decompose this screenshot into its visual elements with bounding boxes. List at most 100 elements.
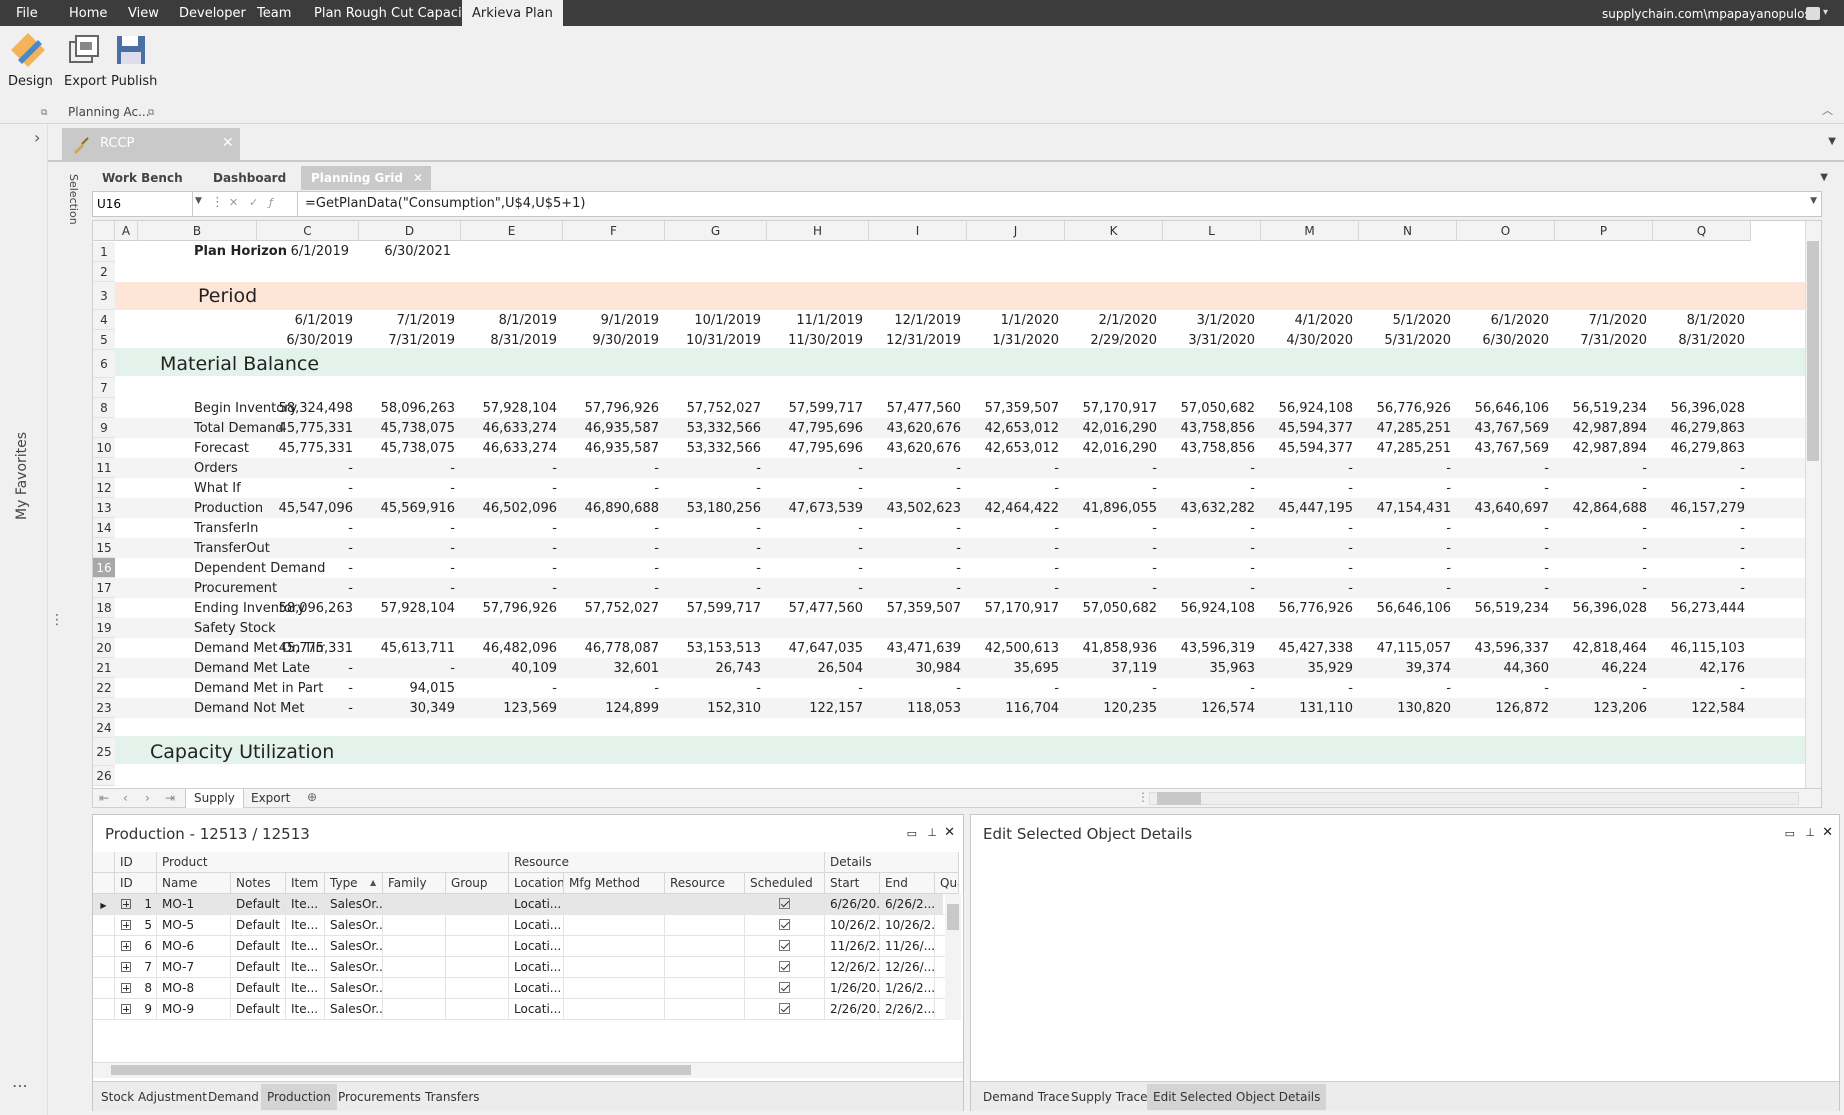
grid-cell[interactable]: 56,776,926 xyxy=(1359,401,1451,416)
cell-item[interactable]: Ite... xyxy=(286,894,325,915)
production-grid[interactable]: ID Product Resource Details ID Name Notes Item T… xyxy=(93,852,963,1056)
scrollbar-thumb[interactable] xyxy=(1157,792,1201,805)
row-header[interactable]: 15 xyxy=(93,538,115,558)
grid-cell[interactable]: - xyxy=(665,521,761,536)
grid-cell[interactable]: - xyxy=(1065,481,1157,496)
grid-cell[interactable]: - xyxy=(1261,561,1353,576)
column-header[interactable]: Mfg Method xyxy=(564,873,665,894)
grid-cell[interactable]: - xyxy=(967,541,1059,556)
cell-empty[interactable] xyxy=(383,936,446,957)
grid-cell[interactable]: - xyxy=(257,461,353,476)
grid-cell[interactable]: 35,695 xyxy=(967,661,1060,676)
grid-cell[interactable]: 43,758,856 xyxy=(1163,421,1255,436)
row-header[interactable]: 5 xyxy=(93,330,115,350)
grid-cell[interactable]: - xyxy=(257,561,353,576)
grid-cell[interactable]: 26,504 xyxy=(767,661,864,676)
row-indicator[interactable] xyxy=(93,915,115,936)
grid-cell[interactable]: 56,519,234 xyxy=(1457,601,1549,616)
cell-type[interactable]: SalesOr... xyxy=(325,936,383,957)
grid-cell[interactable]: - xyxy=(359,561,455,576)
cell-empty[interactable] xyxy=(383,915,446,936)
more-vertical-icon[interactable]: ⋮ xyxy=(50,612,64,628)
grid-cell[interactable]: 43,502,623 xyxy=(869,501,961,516)
group-launcher-icon[interactable]: ⧉ xyxy=(41,108,47,118)
row-header[interactable]: 25 xyxy=(93,738,115,766)
cell-empty[interactable] xyxy=(564,999,665,1020)
grid-cell[interactable]: 47,115,057 xyxy=(1359,641,1451,656)
grid-cell[interactable]: 57,796,926 xyxy=(461,601,557,616)
grid-cell[interactable]: - xyxy=(665,481,761,496)
spreadsheet-grid[interactable]: A B C D E F G H I J K L M N O P Q 1 2 3 4 5 6 7 8 9 10 11 12 13 14 15 16… xyxy=(92,220,1822,792)
grid-cell[interactable]: 43,596,337 xyxy=(1457,641,1549,656)
cell-notes[interactable]: Default ... xyxy=(231,915,286,936)
grid-cell[interactable]: 46,157,279 xyxy=(1653,501,1745,516)
cell-empty[interactable] xyxy=(383,894,446,915)
cell-location[interactable]: Locati... xyxy=(509,915,564,936)
grid-cell[interactable]: 56,776,926 xyxy=(1261,601,1353,616)
column-header[interactable]: L xyxy=(1163,221,1261,241)
menu-arkieva-plan[interactable]: Arkieva Plan xyxy=(462,0,563,26)
grid-cell[interactable]: - xyxy=(869,581,961,596)
grid-cell[interactable]: - xyxy=(563,541,659,556)
grid-cell[interactable]: 94,015 xyxy=(359,681,456,696)
maximize-icon[interactable]: ▭ xyxy=(1785,827,1795,840)
cell-empty[interactable] xyxy=(383,999,446,1020)
column-header[interactable]: D xyxy=(359,221,461,241)
grid-cell[interactable]: - xyxy=(359,481,455,496)
cell-empty[interactable] xyxy=(383,957,446,978)
period-start[interactable]: 1/1/2020 xyxy=(967,313,1059,328)
column-header[interactable]: F xyxy=(563,221,665,241)
tab-demand-trace[interactable]: Demand Trace xyxy=(977,1084,1076,1110)
period-start[interactable]: 6/1/2020 xyxy=(1457,313,1549,328)
grid-cell[interactable]: 56,924,108 xyxy=(1163,601,1255,616)
grid-cell[interactable]: - xyxy=(1261,521,1353,536)
column-header[interactable]: Notes xyxy=(231,873,286,894)
menu-file[interactable]: File xyxy=(16,0,38,26)
period-end[interactable]: 11/30/2019 xyxy=(767,333,863,348)
cell-notes[interactable]: Default ... xyxy=(231,894,286,915)
cancel-icon[interactable]: ✕ xyxy=(229,196,238,209)
column-header[interactable]: ID xyxy=(115,873,157,894)
grid-cell[interactable]: - xyxy=(1163,561,1255,576)
column-header[interactable]: M xyxy=(1261,221,1359,241)
period-end[interactable]: 7/31/2020 xyxy=(1555,333,1647,348)
cell-name[interactable]: MO-7 xyxy=(157,957,231,978)
grid-cell[interactable]: 47,285,251 xyxy=(1359,441,1451,456)
grid-cell[interactable]: - xyxy=(257,541,353,556)
row-header[interactable]: 14 xyxy=(93,518,115,538)
cell-scheduled[interactable] xyxy=(745,999,825,1020)
grid-cell[interactable]: - xyxy=(257,521,353,536)
cell-scheduled[interactable] xyxy=(745,894,825,915)
grid-cell[interactable]: 56,646,106 xyxy=(1457,401,1549,416)
grid-cell[interactable]: 56,273,444 xyxy=(1653,601,1745,616)
grid-cell[interactable]: 57,599,717 xyxy=(767,401,863,416)
period-end[interactable]: 1/31/2020 xyxy=(967,333,1059,348)
grid-cell[interactable]: 47,285,251 xyxy=(1359,421,1451,436)
column-header[interactable]: Name xyxy=(157,873,231,894)
first-sheet-icon[interactable]: ⇤ xyxy=(99,791,109,805)
cell-empty[interactable] xyxy=(665,936,745,957)
period-start[interactable]: 3/1/2020 xyxy=(1163,313,1255,328)
grid-cell[interactable]: 56,924,108 xyxy=(1261,401,1353,416)
grid-cell[interactable]: 35,963 xyxy=(1163,661,1256,676)
grid-cell[interactable]: - xyxy=(1065,681,1157,696)
grid-cell[interactable]: - xyxy=(1555,561,1647,576)
row-indicator[interactable] xyxy=(93,999,115,1020)
grid-cell[interactable]: - xyxy=(563,461,659,476)
row-header[interactable]: 24 xyxy=(93,718,115,738)
grid-cell[interactable]: - xyxy=(359,521,455,536)
grid-cell[interactable]: - xyxy=(967,681,1059,696)
cell-name[interactable]: MO-1 xyxy=(157,894,231,915)
grid-cell[interactable]: - xyxy=(461,581,557,596)
grid-cell[interactable]: 47,673,539 xyxy=(767,501,863,516)
cell-end[interactable]: 2/26/2... xyxy=(880,999,935,1020)
account-avatar-icon[interactable] xyxy=(1806,7,1820,20)
menu-developer[interactable]: Developer xyxy=(179,0,246,26)
grid-cell[interactable]: - xyxy=(1653,541,1745,556)
my-favorites-label[interactable]: My Favorites xyxy=(14,432,30,520)
grid-cell[interactable]: - xyxy=(869,521,961,536)
grid-cell[interactable]: - xyxy=(1457,521,1549,536)
grid-cell[interactable]: 42,464,422 xyxy=(967,501,1059,516)
row-header[interactable]: 2 xyxy=(93,262,115,282)
cell-scheduled[interactable] xyxy=(745,978,825,999)
